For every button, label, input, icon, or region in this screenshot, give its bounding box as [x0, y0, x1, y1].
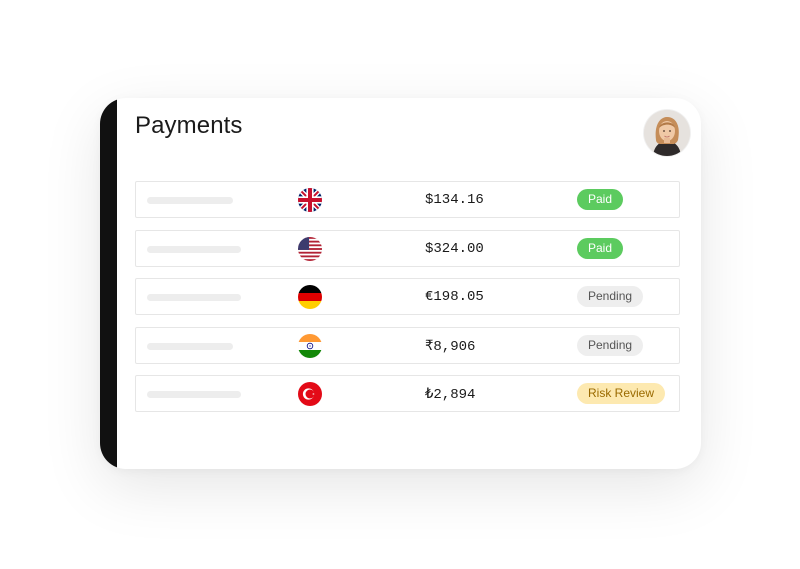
card-dark-edge [100, 98, 117, 469]
status-badge: Pending [577, 334, 644, 356]
payment-row[interactable]: ₹8,906 Pending [135, 326, 680, 364]
payments-list: $134.16 Paid $324.00 Paid €198.05 Pendin… [135, 181, 680, 424]
payment-amount: €198.05 [425, 289, 484, 305]
name-placeholder [147, 342, 233, 350]
india-flag-icon [298, 333, 322, 358]
payment-amount: $324.00 [425, 240, 484, 257]
us-flag-icon [298, 236, 322, 261]
germany-flag-icon [298, 285, 322, 309]
status-badge: Paid [577, 237, 624, 259]
payment-amount: $134.16 [425, 192, 484, 208]
payment-row[interactable]: ₺2,894 Risk Review [135, 375, 680, 412]
avatar[interactable] [644, 110, 690, 156]
payment-row[interactable]: $324.00 Paid [135, 229, 680, 267]
payments-card: Payments $134.16 Paid $324.00 Paid €198.… [100, 98, 701, 469]
payment-amount: ₹8,906 [425, 338, 476, 355]
name-placeholder [147, 197, 233, 204]
turkey-flag-icon [298, 382, 322, 406]
user-avatar-icon [644, 110, 690, 156]
payment-row[interactable]: $134.16 Paid [135, 181, 680, 218]
name-placeholder [147, 391, 241, 398]
status-badge: Paid [577, 189, 624, 210]
name-placeholder [147, 245, 241, 253]
status-badge: Pending [577, 286, 644, 307]
uk-flag-icon [298, 188, 322, 212]
payment-row[interactable]: €198.05 Pending [135, 278, 680, 315]
payment-amount: ₺2,894 [425, 387, 476, 403]
status-badge: Risk Review [577, 383, 666, 404]
page-title: Payments [135, 112, 243, 139]
name-placeholder [147, 294, 241, 301]
